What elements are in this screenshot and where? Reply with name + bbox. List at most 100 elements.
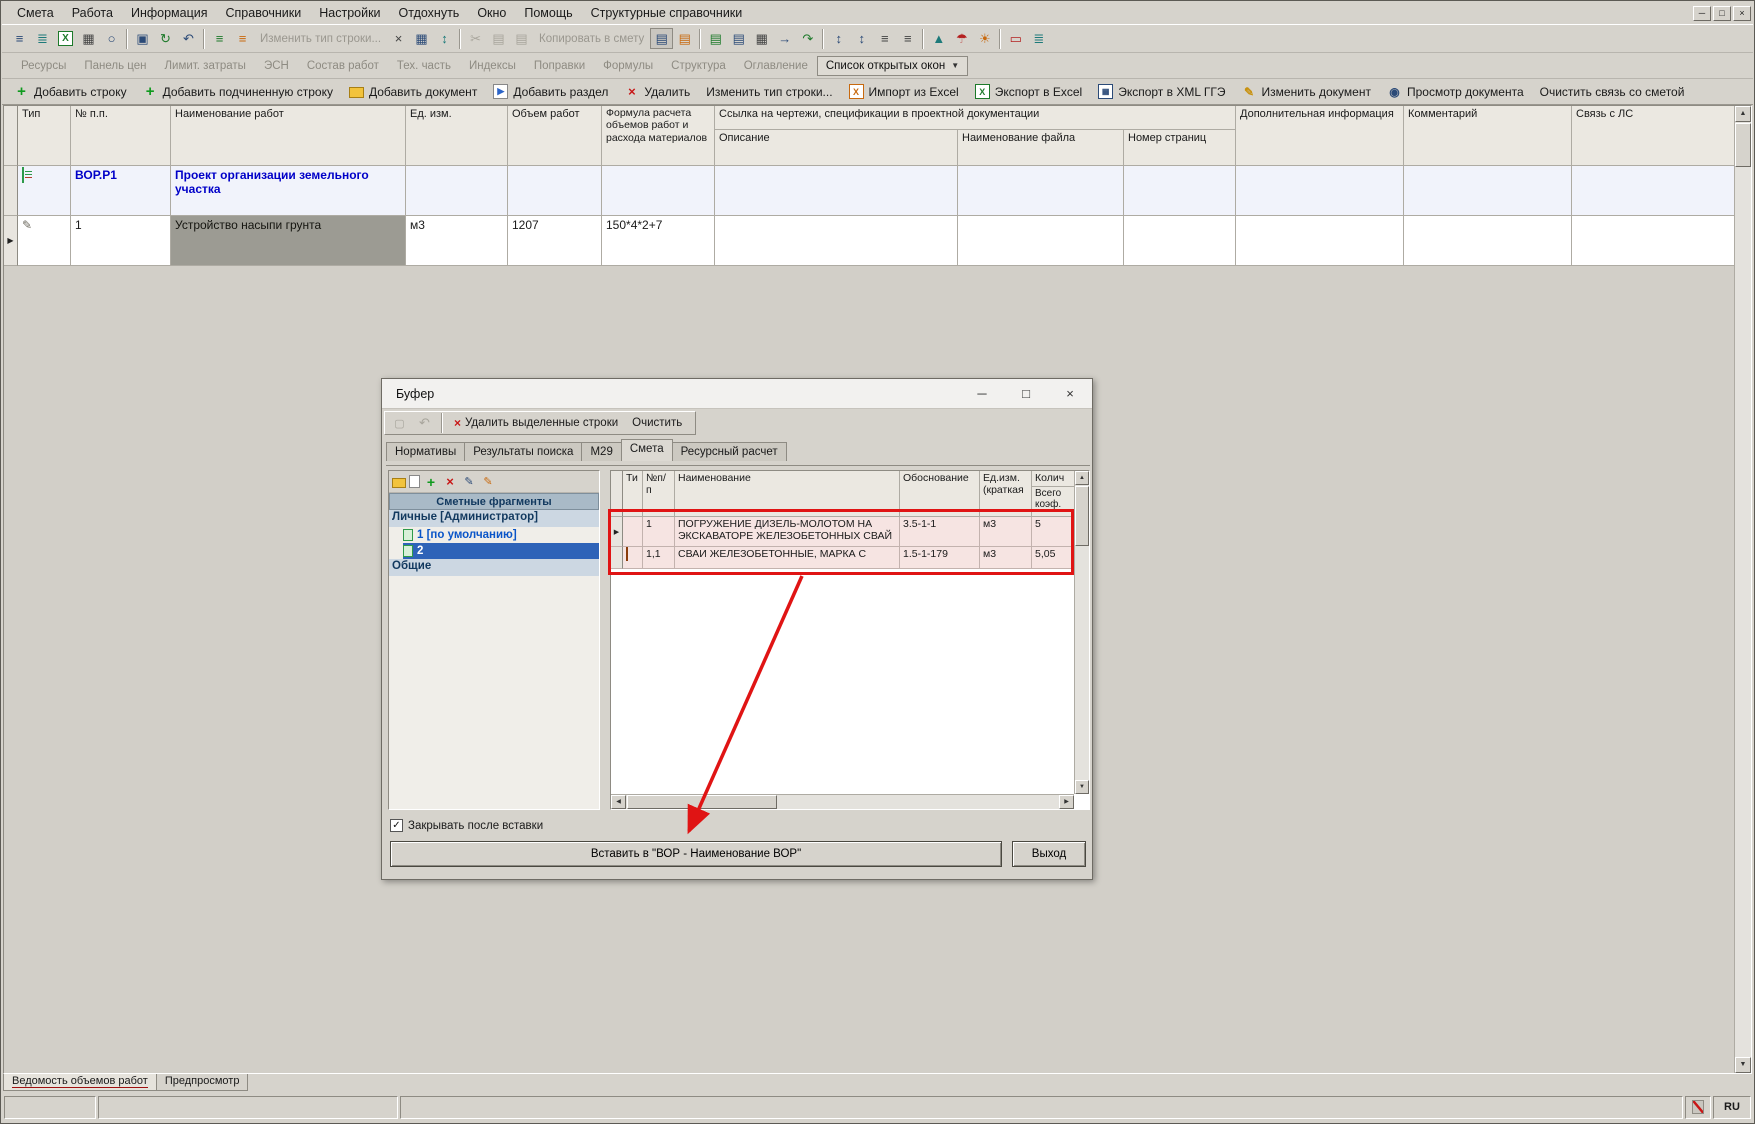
open-windows-list-button[interactable]: Список открытых окон ▼ [817,56,968,76]
menu-strukturnye-spravochniki[interactable]: Структурные справочники [582,4,752,22]
buffer-hscrollbar-thumb[interactable] [627,795,777,809]
copy-icon[interactable]: ▤ [487,28,510,49]
buffer-column-name[interactable]: Наименование [675,471,900,517]
copy-page-icon[interactable]: ▤ [650,28,673,49]
add-subrow-button[interactable]: + Добавить подчиненную строку [135,81,341,103]
row-link-desc-cell[interactable] [715,216,958,266]
save-icon[interactable]: ▣ [131,28,154,49]
import-excel-button[interactable]: X Импорт из Excel [841,81,967,103]
align-lines-icon[interactable]: ≡ [873,28,896,49]
insert-row-icon[interactable]: ≡ [208,28,231,49]
buffer-row[interactable]: 1,1 СВАИ ЖЕЛЕЗОБЕТОННЫЕ, МАРКА С 1.5-1-1… [611,547,1089,569]
buffer-qty-cell[interactable]: 5 [1032,517,1075,547]
buffer-column-unit[interactable]: Ед.изм. (краткая [980,471,1032,517]
row-selector-cell[interactable] [4,166,18,216]
stop-icon[interactable]: ▢ [388,413,411,434]
edit-fragment-icon[interactable]: ✎ [461,474,477,490]
buffer-vertical-scrollbar[interactable]: ▲ ▼ [1074,471,1089,794]
add-section-button[interactable]: ▶ Добавить раздел [485,81,616,103]
export-xml-button[interactable]: ▦ Экспорт в XML ГГЭ [1090,81,1233,103]
buffer-scroll-up-icon[interactable]: ▲ [1075,471,1089,485]
buffer-basis-cell[interactable]: 3.5-1-1 [900,517,980,547]
panel-formuly[interactable]: Формулы [594,57,662,75]
row-num-cell[interactable]: ВОР.Р1 [71,166,171,216]
change-row-type-button[interactable]: Изменить тип строки... [698,81,840,103]
dialog-undo-icon[interactable]: ↶ [413,413,436,434]
structure-expand-icon[interactable]: ≣ [31,28,54,49]
row-extra-cell[interactable] [1236,216,1404,266]
panel-esn[interactable]: ЭСН [255,57,298,75]
row-link-pages-cell[interactable] [1124,166,1236,216]
row-ls-cell[interactable] [1572,166,1751,216]
menu-smeta[interactable]: Смета [8,4,63,22]
delete-button[interactable]: × Удалить [616,81,698,103]
print-icon[interactable]: ▦ [750,28,773,49]
scrollbar-thumb[interactable] [1735,123,1751,167]
column-header-num[interactable]: № п.п. [71,106,171,166]
buffer-unit-cell[interactable]: м3 [980,547,1032,569]
row-type-cell[interactable]: ✎ [18,216,71,266]
dialog-maximize-button[interactable]: □ [1004,379,1048,408]
column-header-formula[interactable]: Формула расчета объемов работ и расхода … [602,106,715,166]
column-header-name[interactable]: Наименование работ [171,106,406,166]
menu-rabota[interactable]: Работа [63,4,122,22]
menu-informacia[interactable]: Информация [122,4,217,22]
paste-page-icon[interactable]: ▤ [673,28,696,49]
buffer-unit-cell[interactable]: м3 [980,517,1032,547]
undo-icon[interactable]: ↶ [177,28,200,49]
panel-resursy[interactable]: Ресурсы [12,57,75,75]
table-row[interactable]: ▶ ✎ 1 Устройство насыпи грунта м3 1207 1… [4,216,1751,266]
row-comment-cell[interactable] [1404,166,1572,216]
buffer-scroll-left-icon[interactable]: ◀ [611,795,626,809]
buffer-num-cell[interactable]: 1,1 [643,547,675,569]
panel-indeksy[interactable]: Индексы [460,57,525,75]
report-icon[interactable]: ▦ [77,28,100,49]
row-name-cell[interactable]: Проект организации земельного участка [171,166,406,216]
buffer-type-cell[interactable] [623,517,643,547]
outdent-icon[interactable]: ↷ [796,28,819,49]
buffer-scrollbar-thumb[interactable] [1075,486,1089,546]
column-header-extra[interactable]: Дополнительная информация [1236,106,1404,166]
buffer-type-cell[interactable] [623,547,643,569]
view-document-button[interactable]: ◉ Просмотр документа [1379,81,1532,103]
close-button[interactable]: × [1733,6,1751,21]
dialog-minimize-button[interactable]: ─ [960,379,1004,408]
cut-icon[interactable]: ✂ [464,28,487,49]
row-link-file-cell[interactable] [958,216,1124,266]
export-doc-icon[interactable]: ▤ [704,28,727,49]
add-row-button[interactable]: + Добавить строку [6,81,135,103]
paste-icon[interactable]: ▤ [510,28,533,49]
panel-oglavlenie[interactable]: Оглавление [735,57,817,75]
insert-subrow-icon[interactable]: ≡ [231,28,254,49]
minimize-button[interactable]: ─ [1693,6,1711,21]
tab-smeta[interactable]: Смета [621,439,673,461]
menu-nastroyki[interactable]: Настройки [310,4,389,22]
close-after-insert-row[interactable]: ✓ Закрывать после вставки [390,819,543,832]
sun-icon[interactable]: ☀ [973,28,996,49]
excel-report-icon[interactable]: X [54,28,77,49]
scroll-up-icon[interactable]: ▲ [1735,106,1751,122]
buffer-column-type[interactable]: Ти [623,471,643,517]
row-volume-cell[interactable]: 1207 [508,216,602,266]
tab-m29[interactable]: М29 [581,442,621,461]
row-volume-cell[interactable] [508,166,602,216]
selected-name-cell[interactable]: Устройство насыпи грунта [171,216,406,266]
numbering-icon[interactable]: ≡ [896,28,919,49]
row-formula-cell[interactable] [602,166,715,216]
exit-button[interactable]: Выход [1012,841,1086,867]
sort-descending-icon[interactable]: ↕ [850,28,873,49]
export-excel-button[interactable]: X Экспорт в Excel [967,81,1090,103]
export-form-icon[interactable]: ▤ [727,28,750,49]
buffer-column-num[interactable]: №п/п [643,471,675,517]
row-link-desc-cell[interactable] [715,166,958,216]
buffer-basis-cell[interactable]: 1.5-1-179 [900,547,980,569]
buffer-column-qty[interactable]: Всего коэф. [1032,487,1075,517]
edit-document-button[interactable]: ✎ Изменить документ [1234,81,1379,103]
panel-struktura[interactable]: Структура [662,57,735,75]
add-document-button[interactable]: Добавить документ [341,81,485,103]
eraser-icon[interactable]: ▭ [1004,28,1027,49]
refresh-icon[interactable]: ↻ [154,28,177,49]
panel-popravki[interactable]: Поправки [525,57,594,75]
menu-okno[interactable]: Окно [468,4,515,22]
delete-fragment-icon[interactable]: × [442,474,458,490]
